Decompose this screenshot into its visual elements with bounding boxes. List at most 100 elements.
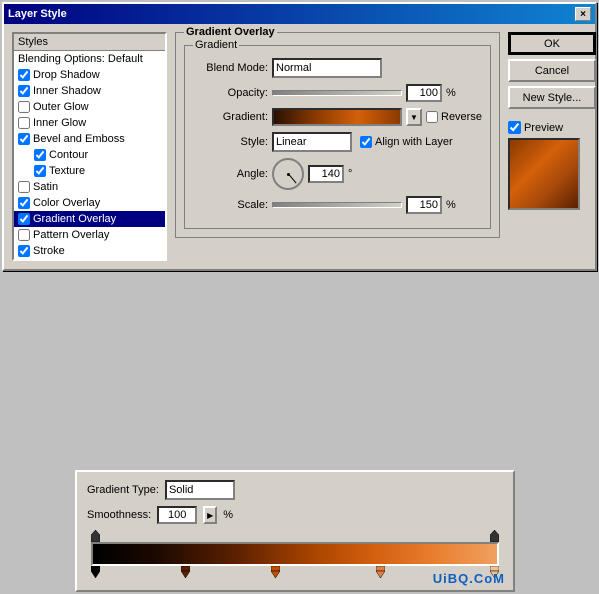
texture-checkbox[interactable] (34, 165, 46, 177)
gradient-type-select-wrapper: Solid Noise (165, 480, 235, 500)
dial-dot (287, 173, 290, 176)
gradient-row: Gradient: ▼ Reverse (193, 108, 482, 126)
reverse-checkbox[interactable] (426, 111, 438, 123)
preview-checkbox[interactable] (508, 121, 521, 134)
style-item-blending[interactable]: Blending Options: Default (14, 51, 165, 67)
opacity-input[interactable] (406, 84, 442, 102)
gradient-overlay-label: Gradient Overlay (33, 213, 116, 225)
preview-label-row: Preview (508, 121, 563, 134)
pattern-overlay-checkbox[interactable] (18, 229, 30, 241)
style-item-inner-glow[interactable]: Inner Glow (14, 115, 165, 131)
texture-label: Texture (49, 165, 85, 177)
align-layer-label[interactable]: Align with Layer (360, 136, 453, 148)
upper-stops-row (91, 530, 499, 542)
drop-shadow-label: Drop Shadow (33, 69, 100, 81)
smoothness-label: Smoothness: (87, 509, 151, 521)
style-item-texture[interactable]: Texture (14, 163, 165, 179)
stroke-checkbox[interactable] (18, 245, 30, 257)
scale-unit: % (446, 199, 456, 211)
scale-input[interactable] (406, 196, 442, 214)
inner-glow-checkbox[interactable] (18, 117, 30, 129)
new-style-button[interactable]: New Style... (508, 86, 596, 109)
pattern-overlay-label: Pattern Overlay (33, 229, 109, 241)
watermark: UiBQ.CoM (433, 571, 505, 586)
inner-glow-label: Inner Glow (33, 117, 86, 129)
style-select[interactable]: Linear Radial Angle (272, 132, 352, 152)
blend-mode-label: Blend Mode: (193, 62, 268, 74)
blend-mode-select[interactable]: Normal Dissolve Multiply (272, 58, 382, 78)
style-item-outer-glow[interactable]: Outer Glow (14, 99, 165, 115)
gradient-overlay-checkbox[interactable] (18, 213, 30, 225)
gradient-label: Gradient: (193, 111, 268, 123)
opacity-label: Opacity: (193, 87, 268, 99)
style-item-drop-shadow[interactable]: Drop Shadow (14, 67, 165, 83)
styles-panel: Styles Blending Options: Default Drop Sh… (12, 32, 167, 261)
ok-button[interactable]: OK (508, 32, 596, 55)
drop-shadow-checkbox[interactable] (18, 69, 30, 81)
outer-glow-checkbox[interactable] (18, 101, 30, 113)
color-overlay-label: Color Overlay (33, 197, 100, 209)
group-title: Gradient Overlay (184, 26, 277, 38)
contour-checkbox[interactable] (34, 149, 46, 161)
inner-shadow-checkbox[interactable] (18, 85, 30, 97)
style-item-stroke[interactable]: Stroke (14, 243, 165, 259)
gradient-dropdown-btn[interactable]: ▼ (406, 108, 422, 126)
style-item-contour[interactable]: Contour (14, 147, 165, 163)
angle-row: Angle: ° (193, 158, 482, 190)
satin-label: Satin (33, 181, 58, 193)
style-label: Style: (193, 136, 268, 148)
style-item-bevel-emboss[interactable]: Bevel and Emboss (14, 131, 165, 147)
inner-group-title: Gradient (193, 39, 239, 51)
gradient-overlay-group: Gradient Overlay Gradient Blend Mode: No… (175, 32, 500, 238)
angle-label: Angle: (193, 168, 268, 180)
upper-stop-right[interactable] (490, 530, 499, 542)
scale-row: Scale: % (193, 196, 482, 214)
style-row: Style: Linear Radial Angle Align with La… (193, 132, 482, 152)
smoothness-row: Smoothness: ▶ % (87, 506, 503, 524)
preview-box (508, 138, 580, 210)
gradient-preview-bar[interactable] (91, 542, 499, 566)
style-item-inner-shadow[interactable]: Inner Shadow (14, 83, 165, 99)
style-item-gradient-overlay[interactable]: Gradient Overlay (14, 211, 165, 227)
bevel-emboss-checkbox[interactable] (18, 133, 30, 145)
outer-glow-label: Outer Glow (33, 101, 89, 113)
contour-label: Contour (49, 149, 88, 161)
align-layer-checkbox[interactable] (360, 136, 372, 148)
style-item-satin[interactable]: Satin (14, 179, 165, 195)
upper-stop-left[interactable] (91, 530, 100, 542)
lower-stop-2[interactable] (181, 566, 190, 580)
opacity-row: Opacity: % (193, 84, 482, 102)
lower-stop-3[interactable] (271, 566, 280, 580)
align-layer-text: Align with Layer (375, 136, 453, 148)
smoothness-input[interactable] (157, 506, 197, 524)
lower-stop-4[interactable] (376, 566, 385, 580)
smoothness-increment-btn[interactable]: ▶ (203, 506, 217, 524)
layer-style-dialog: Layer Style × Styles Blending Options: D… (2, 2, 597, 271)
gradient-type-row: Gradient Type: Solid Noise (87, 480, 503, 500)
close-button[interactable]: × (575, 7, 591, 21)
style-item-pattern-overlay[interactable]: Pattern Overlay (14, 227, 165, 243)
satin-checkbox[interactable] (18, 181, 30, 193)
title-bar: Layer Style × (4, 4, 595, 24)
bevel-emboss-label: Bevel and Emboss (33, 133, 125, 145)
blending-label: Blending Options: Default (18, 53, 143, 65)
title-bar-buttons: × (575, 7, 591, 21)
reverse-checkbox-label[interactable]: Reverse (426, 111, 482, 123)
lower-stop-1[interactable] (91, 566, 100, 580)
angle-unit: ° (348, 168, 352, 180)
gradient-type-select[interactable]: Solid Noise (165, 480, 235, 500)
angle-input[interactable] (308, 165, 344, 183)
gradient-type-label: Gradient Type: (87, 484, 159, 496)
color-overlay-checkbox[interactable] (18, 197, 30, 209)
opacity-slider[interactable] (272, 90, 402, 96)
style-item-color-overlay[interactable]: Color Overlay (14, 195, 165, 211)
stroke-label: Stroke (33, 245, 65, 257)
blend-mode-select-wrapper: Normal Dissolve Multiply (272, 58, 382, 78)
angle-dial[interactable] (272, 158, 304, 190)
gradient-swatch[interactable] (272, 108, 402, 126)
cancel-button[interactable]: Cancel (508, 59, 596, 82)
preview-area: Preview (508, 121, 596, 210)
dialog-body: Styles Blending Options: Default Drop Sh… (4, 24, 595, 269)
scale-slider[interactable] (272, 202, 402, 208)
right-panel: OK Cancel New Style... Preview (508, 32, 596, 261)
